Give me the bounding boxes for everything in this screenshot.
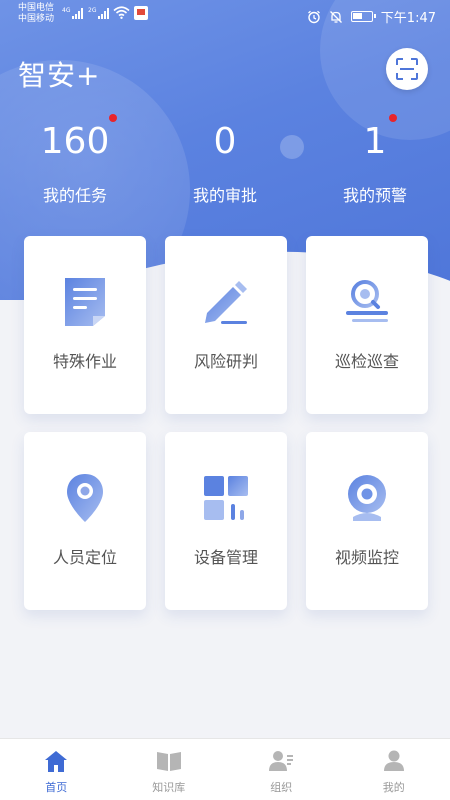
battery-icon (350, 11, 376, 22)
camera-icon (339, 470, 395, 526)
stat-my-approvals[interactable]: 0 我的审批 (150, 118, 300, 208)
module-card-device-management[interactable]: 设备管理 (165, 432, 287, 610)
stat-label: 我的预警 (342, 186, 407, 205)
book-icon (156, 748, 182, 774)
document-icon (57, 274, 113, 330)
notification-badge (109, 114, 117, 122)
stat-my-alerts[interactable]: 1 我的预警 (300, 114, 450, 208)
app-title: 智安+ (18, 59, 101, 92)
stat-value: 1 (363, 121, 387, 162)
scan-button[interactable] (386, 48, 428, 90)
module-label: 巡检巡查 (334, 352, 399, 371)
network-type-1: 4G (62, 7, 71, 14)
module-label: 设备管理 (193, 548, 258, 567)
status-bar: 中国电信 中国移动 4G 2G 下午1:47 (0, 0, 450, 30)
nav-label: 知识库 (152, 781, 186, 794)
module-label: 视频监控 (334, 548, 399, 567)
stats-row: 160 我的任务 0 我的审批 1 我的预警 (0, 114, 450, 208)
module-label: 人员定位 (52, 548, 117, 567)
home-icon (43, 748, 69, 774)
mute-icon (329, 10, 342, 23)
location-pin-icon (57, 470, 113, 526)
module-card-patrol-inspection[interactable]: 巡检巡查 (306, 236, 428, 414)
alarm-icon (307, 10, 320, 23)
module-label: 特殊作业 (52, 352, 117, 371)
carrier-1: 中国电信 (18, 3, 55, 13)
organization-icon (268, 748, 294, 774)
scan-icon (396, 58, 418, 80)
pencil-icon (198, 274, 254, 330)
profile-icon (381, 748, 407, 774)
signal-icon: 2G (88, 7, 110, 19)
module-card-risk-assessment[interactable]: 风险研判 (165, 236, 287, 414)
carrier-2: 中国移动 (18, 14, 55, 24)
network-type-2: 2G (88, 7, 97, 14)
signal-icon: 4G (62, 7, 84, 19)
stat-value: 160 (40, 121, 110, 162)
inspection-icon (339, 274, 395, 330)
stat-my-tasks[interactable]: 160 我的任务 (0, 114, 150, 208)
nav-label: 首页 (45, 781, 68, 794)
bottom-navigation: 首页 知识库 组织 我的 (0, 738, 450, 800)
module-card-personnel-location[interactable]: 人员定位 (24, 432, 146, 610)
module-card-special-work[interactable]: 特殊作业 (24, 236, 146, 414)
stat-label: 我的任务 (42, 186, 107, 205)
app-notification-icon (134, 6, 148, 20)
device-grid-icon (198, 470, 254, 526)
status-time: 下午1:47 (380, 11, 436, 26)
nav-label: 我的 (382, 781, 405, 794)
module-label: 风险研判 (193, 352, 258, 371)
nav-label: 组织 (270, 781, 293, 794)
stat-label: 我的审批 (192, 186, 257, 205)
nav-profile[interactable]: 我的 (338, 739, 450, 800)
module-card-video-surveillance[interactable]: 视频监控 (306, 432, 428, 610)
carrier-info: 中国电信 中国移动 (18, 3, 54, 25)
nav-home[interactable]: 首页 (0, 739, 113, 800)
stat-value: 0 (213, 121, 237, 162)
notification-badge (389, 114, 397, 122)
wifi-icon (113, 6, 130, 19)
status-right: 下午1:47 (307, 7, 436, 26)
nav-knowledge-base[interactable]: 知识库 (113, 739, 226, 800)
nav-organization[interactable]: 组织 (225, 739, 338, 800)
module-grid: 特殊作业 风险研判 巡检巡查 人员定位 设备管理 视频监控 (24, 236, 428, 610)
